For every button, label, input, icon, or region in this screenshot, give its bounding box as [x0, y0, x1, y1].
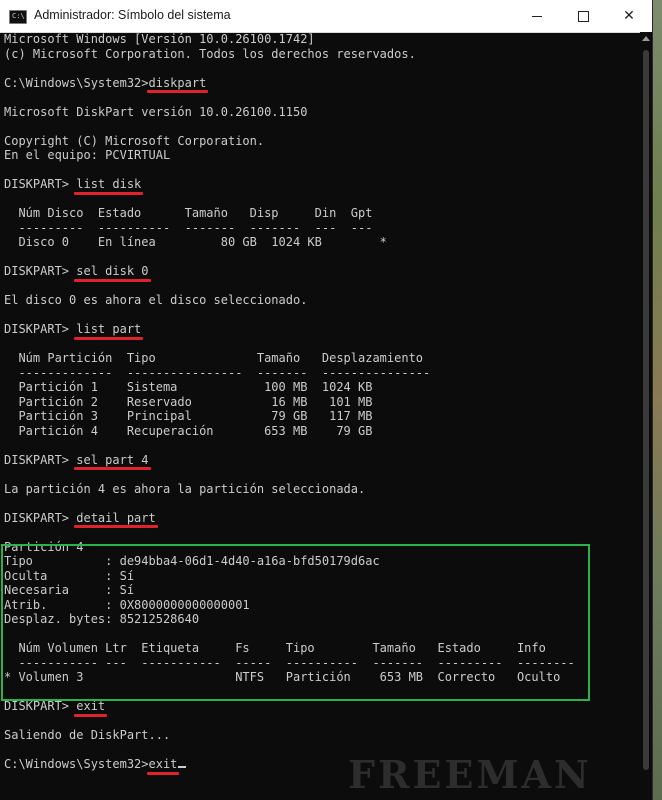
red-underline [146, 771, 180, 775]
command-sel-part: sel part 4 [74, 452, 151, 470]
msg-part-selected: La partición 4 es ahora la partición sel… [4, 481, 366, 496]
command-text: exit [148, 757, 178, 771]
command-exit: exit [74, 699, 108, 717]
line-equipo: En el equipo: PCVIRTUAL [4, 148, 171, 162]
red-underline [74, 336, 144, 340]
command-text: list disk [76, 177, 142, 191]
command-detail-part: detail part [74, 510, 158, 528]
maximize-button[interactable] [560, 0, 606, 32]
command-text: sel part 4 [76, 452, 149, 467]
red-underline [74, 713, 108, 717]
desktop-background [652, 0, 662, 800]
window-title: Administrador: Símbolo del sistema [34, 8, 231, 22]
disk-table-separator: --------- ---------- ------- ------- ---… [4, 220, 373, 235]
line-diskpart-version: Microsoft DiskPart versión 10.0.26100.11… [4, 104, 308, 119]
part-table-row: Partición 4 Recuperación 653 MB 79 GB [4, 423, 373, 438]
diskpart-prompt: DISKPART> [4, 177, 77, 191]
minimize-button[interactable] [514, 0, 560, 32]
minimize-icon [532, 15, 542, 17]
command-exit-final: exit [146, 757, 180, 775]
diskpart-prompt: DISKPART> [4, 699, 77, 713]
command-text: detail part [76, 510, 156, 525]
scroll-up-icon[interactable] [642, 36, 650, 41]
command-text: sel disk 0 [76, 264, 149, 278]
title-bar[interactable]: C:\ Administrador: Símbolo del sistema ✕ [0, 0, 652, 33]
cmd-app-icon: C:\ [9, 10, 27, 24]
red-underline [74, 191, 144, 195]
close-icon: ✕ [623, 8, 635, 24]
cmd-window[interactable]: C:\ Administrador: Símbolo del sistema ✕… [0, 0, 653, 800]
msg-exit: Saliendo de DiskPart... [4, 728, 171, 742]
diskpart-prompt: DISKPART> [4, 264, 77, 278]
command-sel-disk: sel disk 0 [74, 264, 151, 282]
prompt: C:\Windows\System32> [4, 757, 149, 771]
maximize-icon [577, 10, 589, 22]
vertical-scrollbar[interactable] [640, 32, 652, 800]
red-underline [146, 90, 209, 93]
command-list-disk: list disk [74, 177, 144, 195]
text-cursor [178, 766, 187, 768]
command-diskpart: diskpart [146, 75, 209, 93]
disk-table-row: Disco 0 En línea 80 GB 1024 KB * [4, 235, 387, 249]
prompt: C:\Windows\System32> [4, 75, 149, 90]
diskpart-prompt: DISKPART> [4, 510, 77, 525]
line-copyright-ms: (c) Microsoft Corporation. Todos los der… [4, 46, 416, 61]
command-text: exit [76, 699, 106, 713]
red-underline [74, 525, 158, 528]
detail-highlight-box [1, 544, 590, 701]
part-table-header: Núm Partición Tipo Tamaño Desplazamiento [4, 351, 424, 365]
part-table-row: Partición 2 Reservado 16 MB 101 MB [4, 394, 373, 409]
red-underline [74, 467, 151, 470]
command-list-part: list part [74, 322, 144, 340]
scroll-thumb[interactable] [643, 50, 649, 770]
part-table-separator: ------------- ---------------- ------- -… [4, 365, 431, 380]
diskpart-prompt: DISKPART> [4, 452, 77, 467]
msg-disk-selected: El disco 0 es ahora el disco seleccionad… [4, 293, 308, 307]
part-table-row: Partición 3 Principal 79 GB 117 MB [4, 409, 373, 423]
command-text: diskpart [148, 75, 207, 90]
command-text: list part [76, 322, 142, 336]
part-table-row: Partición 1 Sistema 100 MB 1024 KB [4, 380, 373, 394]
app-icon-label: C:\ [12, 12, 25, 20]
line-copyright: Copyright (C) Microsoft Corporation. [4, 133, 265, 148]
disk-table-header: Núm Disco Estado Tamaño Disp Din Gpt [4, 206, 373, 220]
red-underline [74, 278, 151, 282]
line-version: Microsoft Windows [Versión 10.0.26100.17… [4, 32, 315, 46]
watermark: FREEMAN [348, 752, 592, 797]
close-button[interactable]: ✕ [606, 0, 652, 32]
diskpart-prompt: DISKPART> [4, 322, 77, 336]
